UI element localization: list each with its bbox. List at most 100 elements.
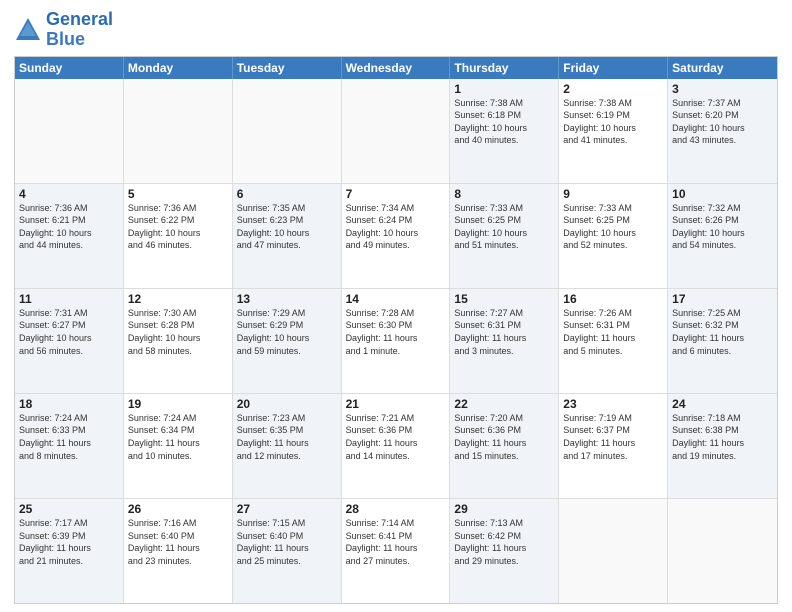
day-number: 2 bbox=[563, 82, 663, 96]
day-info: Sunrise: 7:16 AM Sunset: 6:40 PM Dayligh… bbox=[128, 517, 228, 567]
header-day-tuesday: Tuesday bbox=[233, 57, 342, 79]
day-number: 26 bbox=[128, 502, 228, 516]
calendar-cell: 28Sunrise: 7:14 AM Sunset: 6:41 PM Dayli… bbox=[342, 499, 451, 603]
day-info: Sunrise: 7:15 AM Sunset: 6:40 PM Dayligh… bbox=[237, 517, 337, 567]
day-info: Sunrise: 7:30 AM Sunset: 6:28 PM Dayligh… bbox=[128, 307, 228, 357]
day-info: Sunrise: 7:36 AM Sunset: 6:22 PM Dayligh… bbox=[128, 202, 228, 252]
day-number: 27 bbox=[237, 502, 337, 516]
day-info: Sunrise: 7:35 AM Sunset: 6:23 PM Dayligh… bbox=[237, 202, 337, 252]
day-number: 16 bbox=[563, 292, 663, 306]
day-number: 20 bbox=[237, 397, 337, 411]
day-info: Sunrise: 7:27 AM Sunset: 6:31 PM Dayligh… bbox=[454, 307, 554, 357]
day-number: 28 bbox=[346, 502, 446, 516]
day-info: Sunrise: 7:33 AM Sunset: 6:25 PM Dayligh… bbox=[454, 202, 554, 252]
calendar: SundayMondayTuesdayWednesdayThursdayFrid… bbox=[14, 56, 778, 604]
calendar-cell: 8Sunrise: 7:33 AM Sunset: 6:25 PM Daylig… bbox=[450, 184, 559, 288]
day-info: Sunrise: 7:21 AM Sunset: 6:36 PM Dayligh… bbox=[346, 412, 446, 462]
calendar-cell: 20Sunrise: 7:23 AM Sunset: 6:35 PM Dayli… bbox=[233, 394, 342, 498]
logo: General Blue bbox=[14, 10, 113, 50]
calendar-cell: 4Sunrise: 7:36 AM Sunset: 6:21 PM Daylig… bbox=[15, 184, 124, 288]
day-info: Sunrise: 7:36 AM Sunset: 6:21 PM Dayligh… bbox=[19, 202, 119, 252]
header-day-thursday: Thursday bbox=[450, 57, 559, 79]
day-info: Sunrise: 7:17 AM Sunset: 6:39 PM Dayligh… bbox=[19, 517, 119, 567]
day-info: Sunrise: 7:19 AM Sunset: 6:37 PM Dayligh… bbox=[563, 412, 663, 462]
day-info: Sunrise: 7:37 AM Sunset: 6:20 PM Dayligh… bbox=[672, 97, 773, 147]
day-number: 18 bbox=[19, 397, 119, 411]
day-info: Sunrise: 7:33 AM Sunset: 6:25 PM Dayligh… bbox=[563, 202, 663, 252]
day-info: Sunrise: 7:13 AM Sunset: 6:42 PM Dayligh… bbox=[454, 517, 554, 567]
page: General Blue SundayMondayTuesdayWednesda… bbox=[0, 0, 792, 612]
calendar-cell: 14Sunrise: 7:28 AM Sunset: 6:30 PM Dayli… bbox=[342, 289, 451, 393]
day-info: Sunrise: 7:24 AM Sunset: 6:33 PM Dayligh… bbox=[19, 412, 119, 462]
calendar-cell: 22Sunrise: 7:20 AM Sunset: 6:36 PM Dayli… bbox=[450, 394, 559, 498]
day-number: 1 bbox=[454, 82, 554, 96]
day-number: 23 bbox=[563, 397, 663, 411]
header-day-sunday: Sunday bbox=[15, 57, 124, 79]
day-number: 13 bbox=[237, 292, 337, 306]
calendar-cell: 12Sunrise: 7:30 AM Sunset: 6:28 PM Dayli… bbox=[124, 289, 233, 393]
calendar-cell bbox=[15, 79, 124, 183]
day-info: Sunrise: 7:26 AM Sunset: 6:31 PM Dayligh… bbox=[563, 307, 663, 357]
calendar-cell: 2Sunrise: 7:38 AM Sunset: 6:19 PM Daylig… bbox=[559, 79, 668, 183]
calendar-cell: 7Sunrise: 7:34 AM Sunset: 6:24 PM Daylig… bbox=[342, 184, 451, 288]
calendar-cell: 13Sunrise: 7:29 AM Sunset: 6:29 PM Dayli… bbox=[233, 289, 342, 393]
day-number: 11 bbox=[19, 292, 119, 306]
day-info: Sunrise: 7:31 AM Sunset: 6:27 PM Dayligh… bbox=[19, 307, 119, 357]
calendar-cell: 5Sunrise: 7:36 AM Sunset: 6:22 PM Daylig… bbox=[124, 184, 233, 288]
day-info: Sunrise: 7:23 AM Sunset: 6:35 PM Dayligh… bbox=[237, 412, 337, 462]
day-info: Sunrise: 7:18 AM Sunset: 6:38 PM Dayligh… bbox=[672, 412, 773, 462]
day-info: Sunrise: 7:34 AM Sunset: 6:24 PM Dayligh… bbox=[346, 202, 446, 252]
day-info: Sunrise: 7:25 AM Sunset: 6:32 PM Dayligh… bbox=[672, 307, 773, 357]
calendar-cell: 18Sunrise: 7:24 AM Sunset: 6:33 PM Dayli… bbox=[15, 394, 124, 498]
calendar-week-3: 11Sunrise: 7:31 AM Sunset: 6:27 PM Dayli… bbox=[15, 289, 777, 394]
calendar-cell: 26Sunrise: 7:16 AM Sunset: 6:40 PM Dayli… bbox=[124, 499, 233, 603]
day-info: Sunrise: 7:38 AM Sunset: 6:18 PM Dayligh… bbox=[454, 97, 554, 147]
calendar-cell: 21Sunrise: 7:21 AM Sunset: 6:36 PM Dayli… bbox=[342, 394, 451, 498]
calendar-cell: 1Sunrise: 7:38 AM Sunset: 6:18 PM Daylig… bbox=[450, 79, 559, 183]
day-info: Sunrise: 7:32 AM Sunset: 6:26 PM Dayligh… bbox=[672, 202, 773, 252]
day-info: Sunrise: 7:20 AM Sunset: 6:36 PM Dayligh… bbox=[454, 412, 554, 462]
day-info: Sunrise: 7:14 AM Sunset: 6:41 PM Dayligh… bbox=[346, 517, 446, 567]
calendar-cell: 23Sunrise: 7:19 AM Sunset: 6:37 PM Dayli… bbox=[559, 394, 668, 498]
day-number: 9 bbox=[563, 187, 663, 201]
calendar-week-4: 18Sunrise: 7:24 AM Sunset: 6:33 PM Dayli… bbox=[15, 394, 777, 499]
calendar-cell: 24Sunrise: 7:18 AM Sunset: 6:38 PM Dayli… bbox=[668, 394, 777, 498]
day-number: 19 bbox=[128, 397, 228, 411]
day-number: 14 bbox=[346, 292, 446, 306]
calendar-cell bbox=[233, 79, 342, 183]
day-number: 10 bbox=[672, 187, 773, 201]
calendar-cell bbox=[342, 79, 451, 183]
calendar-cell: 9Sunrise: 7:33 AM Sunset: 6:25 PM Daylig… bbox=[559, 184, 668, 288]
day-info: Sunrise: 7:24 AM Sunset: 6:34 PM Dayligh… bbox=[128, 412, 228, 462]
day-number: 21 bbox=[346, 397, 446, 411]
day-number: 6 bbox=[237, 187, 337, 201]
day-info: Sunrise: 7:29 AM Sunset: 6:29 PM Dayligh… bbox=[237, 307, 337, 357]
header-day-friday: Friday bbox=[559, 57, 668, 79]
header: General Blue bbox=[14, 10, 778, 50]
calendar-cell: 16Sunrise: 7:26 AM Sunset: 6:31 PM Dayli… bbox=[559, 289, 668, 393]
calendar-cell bbox=[559, 499, 668, 603]
day-number: 25 bbox=[19, 502, 119, 516]
day-number: 12 bbox=[128, 292, 228, 306]
day-number: 17 bbox=[672, 292, 773, 306]
day-number: 15 bbox=[454, 292, 554, 306]
logo-icon bbox=[14, 16, 42, 44]
calendar-cell: 15Sunrise: 7:27 AM Sunset: 6:31 PM Dayli… bbox=[450, 289, 559, 393]
header-day-saturday: Saturday bbox=[668, 57, 777, 79]
calendar-cell bbox=[124, 79, 233, 183]
calendar-cell: 10Sunrise: 7:32 AM Sunset: 6:26 PM Dayli… bbox=[668, 184, 777, 288]
day-number: 8 bbox=[454, 187, 554, 201]
calendar-header-row: SundayMondayTuesdayWednesdayThursdayFrid… bbox=[15, 57, 777, 79]
calendar-cell: 6Sunrise: 7:35 AM Sunset: 6:23 PM Daylig… bbox=[233, 184, 342, 288]
calendar-cell: 17Sunrise: 7:25 AM Sunset: 6:32 PM Dayli… bbox=[668, 289, 777, 393]
logo-text: General Blue bbox=[46, 10, 113, 50]
calendar-week-5: 25Sunrise: 7:17 AM Sunset: 6:39 PM Dayli… bbox=[15, 499, 777, 603]
calendar-cell: 11Sunrise: 7:31 AM Sunset: 6:27 PM Dayli… bbox=[15, 289, 124, 393]
calendar-cell: 25Sunrise: 7:17 AM Sunset: 6:39 PM Dayli… bbox=[15, 499, 124, 603]
calendar-cell: 29Sunrise: 7:13 AM Sunset: 6:42 PM Dayli… bbox=[450, 499, 559, 603]
calendar-week-1: 1Sunrise: 7:38 AM Sunset: 6:18 PM Daylig… bbox=[15, 79, 777, 184]
calendar-cell: 19Sunrise: 7:24 AM Sunset: 6:34 PM Dayli… bbox=[124, 394, 233, 498]
calendar-body: 1Sunrise: 7:38 AM Sunset: 6:18 PM Daylig… bbox=[15, 79, 777, 603]
day-number: 29 bbox=[454, 502, 554, 516]
day-info: Sunrise: 7:28 AM Sunset: 6:30 PM Dayligh… bbox=[346, 307, 446, 357]
